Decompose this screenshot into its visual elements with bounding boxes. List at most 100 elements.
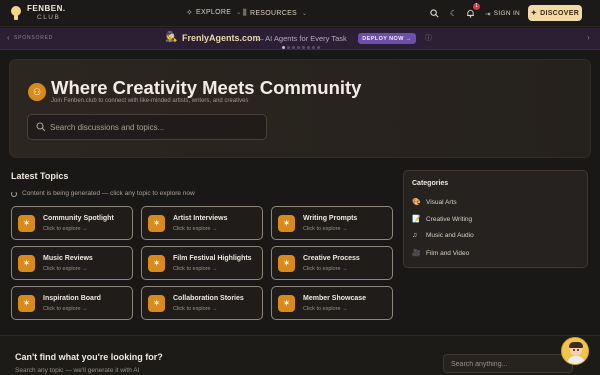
login-icon: ⇥ <box>485 10 491 18</box>
compass-icon: ✧ <box>186 8 194 17</box>
search-button[interactable] <box>427 6 442 21</box>
hero-subtitle: Join Fenben.club to connect with like-mi… <box>51 98 249 104</box>
category-label: Music and Audio <box>426 232 474 239</box>
pagination-dot[interactable] <box>287 46 290 49</box>
sponsor-name[interactable]: FrenlyAgents.com <box>182 33 261 43</box>
pagination-dot[interactable] <box>292 46 295 49</box>
topic-title: Member Showcase <box>303 295 367 302</box>
generating-text: Content is being generated — click any t… <box>22 190 195 197</box>
pagination-dot[interactable] <box>317 46 320 49</box>
theme-toggle-button[interactable]: ☾ <box>446 6 461 21</box>
film-camera-icon: 🎥 <box>412 250 421 257</box>
topic-card[interactable]: ✶ Inspiration Board Click to explore → <box>11 286 133 320</box>
category-music-audio[interactable]: ♫ Music and Audio <box>412 232 474 239</box>
generating-status: Content is being generated — click any t… <box>11 190 195 197</box>
topic-title: Artist Interviews <box>173 215 228 222</box>
chevron-down-icon: ⌄ <box>236 10 242 16</box>
sponsor-tagline: — AI Agents for Every Task <box>256 34 347 43</box>
topic-card[interactable]: ✶ Creative Process Click to explore → <box>271 246 393 280</box>
topic-subtitle: Click to explore → <box>43 226 88 232</box>
nav-resources[interactable]: ⫼ RESOURCES ⌄ <box>243 8 307 18</box>
categories-title: Categories <box>412 180 449 187</box>
topic-card[interactable]: ✶ Film Festival Highlights Click to expl… <box>141 246 263 280</box>
hero-search-box[interactable] <box>27 114 267 140</box>
banner-next-icon[interactable]: › <box>587 33 590 42</box>
notification-badge: 1 <box>473 3 480 10</box>
topic-subtitle: Click to explore → <box>43 266 88 272</box>
topic-card[interactable]: ✶ Music Reviews Click to explore → <box>11 246 133 280</box>
topic-subtitle: Click to explore → <box>43 306 88 312</box>
category-film-video[interactable]: 🎥 Film and Video <box>412 249 470 258</box>
topic-title: Film Festival Highlights <box>173 255 252 262</box>
site-logo[interactable]: FENBEN. CLUB <box>9 4 66 22</box>
sparkle-icon: ✶ <box>278 255 295 272</box>
sparkle-icon: ✶ <box>148 255 165 272</box>
nav-explore-label: EXPLORE <box>196 9 232 16</box>
sparkle-icon: ✶ <box>148 215 165 232</box>
hero-section: ⚇ Where Creativity Meets Community Join … <box>9 59 591 158</box>
topic-subtitle: Click to explore → <box>173 266 218 272</box>
search-icon <box>36 122 46 132</box>
category-label: Film and Video <box>426 249 470 257</box>
nav-explore[interactable]: ✧ EXPLORE ⌄ <box>186 8 242 17</box>
sparkle-icon: ✶ <box>18 215 35 232</box>
arrow-right-icon: → <box>405 35 412 42</box>
topic-title: Collaboration Stories <box>173 295 244 302</box>
loading-spinner-icon <box>11 190 17 197</box>
topic-title: Writing Prompts <box>303 215 358 222</box>
info-icon[interactable]: ⓘ <box>425 33 432 43</box>
agent-mascot-icon: 🕵 <box>165 32 178 43</box>
deploy-label: DEPLOY NOW <box>362 35 404 42</box>
topic-title: Music Reviews <box>43 255 93 262</box>
topic-card[interactable]: ✶ Collaboration Stories Click to explore… <box>141 286 263 320</box>
category-label: Visual Arts <box>426 198 457 206</box>
assistant-avatar[interactable] <box>561 337 589 365</box>
logo-line1: FENBEN. <box>27 4 66 13</box>
pagination-dot[interactable] <box>297 46 300 49</box>
topic-card[interactable]: ✶ Community Spotlight Click to explore → <box>11 206 133 240</box>
sparkle-icon: ✶ <box>18 295 35 312</box>
notepad-icon: 📝 <box>412 216 421 223</box>
category-label: Creative Writing <box>426 215 473 223</box>
topic-grid: ✶ Community Spotlight Click to explore →… <box>11 206 393 320</box>
cta-title: Can't find what you're looking for? <box>15 352 163 362</box>
nav-resources-label: RESOURCES <box>249 9 298 17</box>
category-visual-arts[interactable]: 🎨 Visual Arts <box>412 198 457 207</box>
pagination-dot[interactable] <box>302 46 305 49</box>
community-icon: ⚇ <box>28 83 46 101</box>
sparkle-icon: ✶ <box>148 295 165 312</box>
pagination-dot[interactable] <box>312 46 315 49</box>
discover-button[interactable]: ✦ DISCOVER <box>528 5 582 21</box>
lightbulb-icon <box>9 5 23 22</box>
latest-topics-title: Latest Topics <box>11 171 69 181</box>
sparkle-icon: ✶ <box>18 255 35 272</box>
pagination-dot[interactable] <box>282 46 285 49</box>
topic-subtitle: Click to explore → <box>173 226 218 232</box>
cta-search-box[interactable] <box>443 354 573 373</box>
pagination-dot[interactable] <box>307 46 310 49</box>
hero-title: Where Creativity Meets Community <box>51 77 362 98</box>
library-icon: ⫼ <box>243 8 247 17</box>
deploy-now-button[interactable]: DEPLOY NOW → <box>358 33 416 44</box>
topic-card[interactable]: ✶ Writing Prompts Click to explore → <box>271 206 393 240</box>
topic-card[interactable]: ✶ Member Showcase Click to explore → <box>271 286 393 320</box>
sign-in-button[interactable]: ⇥ SIGN IN <box>485 7 520 20</box>
palette-icon: 🎨 <box>412 199 421 206</box>
bell-icon <box>467 9 474 18</box>
topic-subtitle: Click to explore → <box>303 226 348 232</box>
sponsored-banner: ‹ SPONSORED 🕵 FrenlyAgents.com — AI Agen… <box>0 28 600 50</box>
topic-title: Community Spotlight <box>43 215 114 222</box>
sparkle-icon: ✶ <box>278 215 295 232</box>
chevron-down-icon: ⌄ <box>302 10 308 17</box>
cta-search-input[interactable] <box>451 359 561 370</box>
discover-label: DISCOVER <box>540 9 580 17</box>
logo-text: FENBEN. CLUB <box>27 4 66 22</box>
topic-card[interactable]: ✶ Artist Interviews Click to explore → <box>141 206 263 240</box>
hero-search-input[interactable] <box>50 121 260 134</box>
top-header: FENBEN. CLUB ✧ EXPLORE ⌄ ⫼ RESOURCES ⌄ ☾… <box>0 0 600 27</box>
sparkle-icon: ✶ <box>278 295 295 312</box>
topic-title: Creative Process <box>303 255 360 262</box>
category-creative-writing[interactable]: 📝 Creative Writing <box>412 215 473 224</box>
sparkle-icon: ✦ <box>530 10 538 17</box>
banner-prev-icon[interactable]: ‹ <box>7 33 10 42</box>
